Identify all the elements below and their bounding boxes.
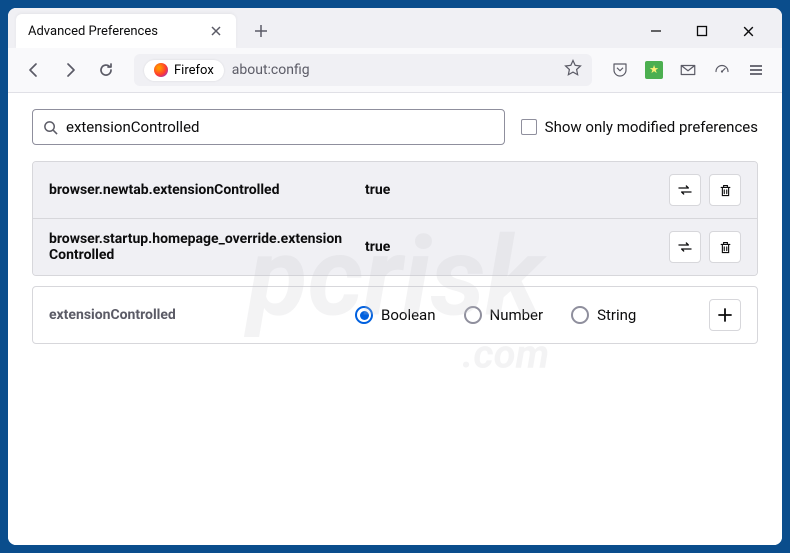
preference-actions [669,174,741,206]
url-bar[interactable]: Firefox about:config [134,54,592,86]
preference-value: true [365,182,653,198]
radio-label: String [597,306,636,324]
navigation-toolbar: Firefox about:config [8,48,782,93]
new-preference-name: extensionControlled [49,307,339,323]
preference-actions [669,231,741,263]
search-input[interactable] [66,118,494,136]
search-icon [43,120,58,135]
toggle-button[interactable] [669,174,701,206]
preferences-list: browser.newtab.extensionControlled true … [32,161,758,276]
new-tab-button[interactable] [246,16,276,46]
back-button[interactable] [18,54,50,86]
search-row: Show only modified preferences [8,93,782,161]
radio-boolean[interactable]: Boolean [355,306,436,324]
radio-label: Boolean [381,306,436,324]
show-modified-checkbox[interactable]: Show only modified preferences [521,118,758,136]
pocket-icon[interactable] [604,54,636,86]
window-controls [642,17,774,45]
radio-number[interactable]: Number [464,306,544,324]
close-icon[interactable] [208,23,224,39]
close-window-button[interactable] [734,17,762,45]
identity-pill[interactable]: Firefox [144,60,224,81]
preference-name: browser.newtab.extensionControlled [49,182,349,198]
radio-label: Number [490,306,544,324]
add-button[interactable] [709,299,741,331]
radio-icon [464,306,482,324]
url-text: about:config [232,62,310,78]
dashboard-icon[interactable] [706,54,738,86]
radio-string[interactable]: String [571,306,636,324]
identity-label: Firefox [174,63,214,78]
maximize-button[interactable] [688,17,716,45]
extension-icon[interactable] [638,54,670,86]
firefox-icon [154,63,168,77]
delete-button[interactable] [709,231,741,263]
toggle-button[interactable] [669,231,701,263]
menu-icon[interactable] [740,54,772,86]
toolbar-icons [604,54,772,86]
browser-window: Advanced Preferences [8,8,782,545]
new-preference-row: extensionControlled Boolean Number Strin… [32,286,758,344]
bookmark-star-icon[interactable] [564,59,582,81]
radio-icon [571,306,589,324]
config-content: Show only modified preferences browser.n… [8,93,782,545]
checkbox-icon [521,119,537,135]
preference-name: browser.startup.homepage_override.extens… [49,231,349,263]
radio-icon [355,306,373,324]
tab-title: Advanced Preferences [28,24,158,39]
reload-button[interactable] [90,54,122,86]
mail-icon[interactable] [672,54,704,86]
tab-bar: Advanced Preferences [8,8,782,48]
search-box[interactable] [32,109,505,145]
tab-advanced-preferences[interactable]: Advanced Preferences [16,14,236,48]
type-radio-group: Boolean Number String [355,306,693,324]
delete-button[interactable] [709,174,741,206]
preference-row[interactable]: browser.newtab.extensionControlled true [33,162,757,218]
minimize-button[interactable] [642,17,670,45]
preference-row[interactable]: browser.startup.homepage_override.extens… [33,218,757,275]
forward-button[interactable] [54,54,86,86]
preference-value: true [365,239,653,255]
checkbox-label: Show only modified preferences [545,118,758,136]
